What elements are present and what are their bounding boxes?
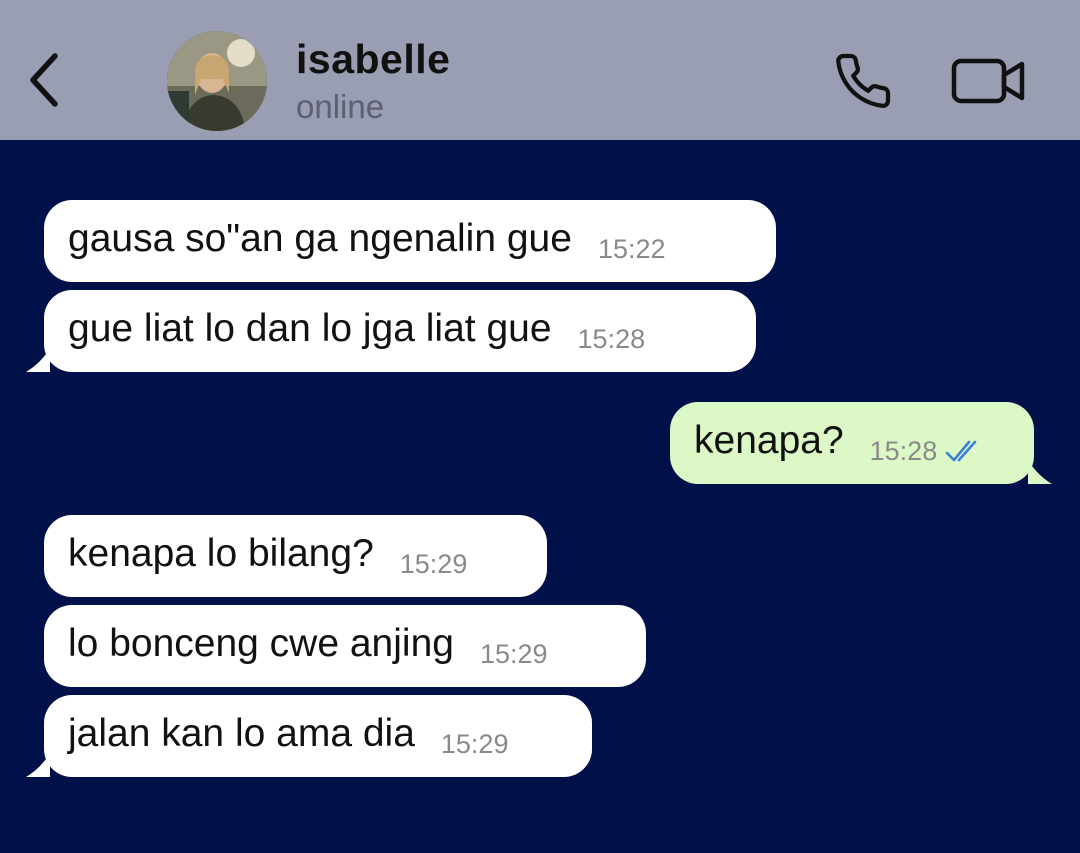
video-call-button[interactable] xyxy=(948,48,1030,114)
voice-call-button[interactable] xyxy=(830,48,896,114)
message-bubble-incoming[interactable]: jalan kan lo ama dia 15:29 xyxy=(26,695,592,777)
video-camera-icon xyxy=(951,58,1025,104)
read-receipt-icon xyxy=(945,439,985,463)
message-text: kenapa lo bilang? xyxy=(68,532,374,575)
contact-name[interactable]: isabelle xyxy=(296,36,450,83)
message-text: kenapa? xyxy=(694,419,844,462)
message-text: jalan kan lo ama dia xyxy=(68,712,415,755)
message-text: gue liat lo dan lo jga liat gue xyxy=(68,307,552,350)
back-button[interactable] xyxy=(18,48,70,112)
message-text: gausa so"an ga ngenalin gue xyxy=(68,217,572,260)
message-bubble-incoming[interactable]: gue liat lo dan lo jga liat gue 15:28 xyxy=(26,290,756,372)
phone-icon xyxy=(836,53,891,108)
message-bubble-incoming[interactable]: lo bonceng cwe anjing 15:29 xyxy=(44,605,646,687)
bubble-tail xyxy=(26,348,50,372)
bubble-tail xyxy=(1028,460,1052,484)
message-time: 15:29 xyxy=(479,638,548,669)
message-bubble-incoming[interactable]: gausa so"an ga ngenalin gue 15:22 xyxy=(44,200,776,282)
message-time: 15:28 xyxy=(869,435,938,466)
avatar[interactable] xyxy=(167,31,267,131)
avatar-photo xyxy=(167,31,267,131)
chevron-left-icon xyxy=(30,53,58,107)
chat-header: isabelle online xyxy=(0,0,1080,140)
message-time: 15:28 xyxy=(577,323,646,354)
bubble-tail xyxy=(26,753,50,777)
contact-status: online xyxy=(296,88,385,125)
message-bubble-outgoing[interactable]: kenapa? 15:28 xyxy=(670,402,1052,484)
message-time: 15:29 xyxy=(399,548,468,579)
message-time: 15:22 xyxy=(597,233,666,264)
message-bubble-incoming[interactable]: kenapa lo bilang? 15:29 xyxy=(44,515,547,597)
message-text: lo bonceng cwe anjing xyxy=(68,622,454,665)
message-time: 15:29 xyxy=(440,728,509,759)
